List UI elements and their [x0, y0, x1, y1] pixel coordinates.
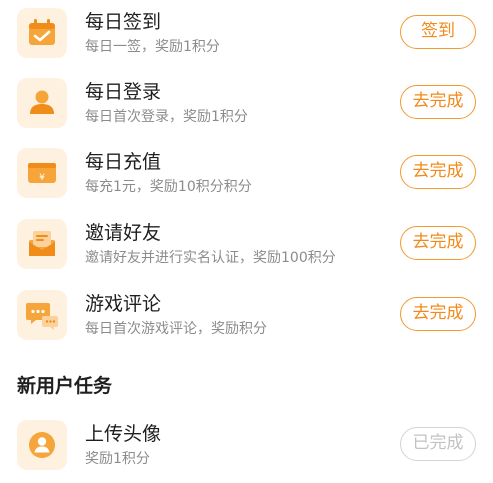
- completed-button: 已完成: [400, 427, 476, 461]
- svg-text:¥: ¥: [39, 173, 45, 183]
- task-row-game-review: 游戏评论 每日首次游戏评论，奖励积分 去完成: [0, 282, 493, 353]
- task-description: 邀请好友并进行实名认证，奖励100积分: [85, 250, 336, 266]
- go-complete-button[interactable]: 去完成: [400, 85, 476, 119]
- checkin-button[interactable]: 签到: [400, 15, 476, 49]
- task-row-daily-recharge: ¥ 每日充值 每充1元，奖励10积分积分 去完成: [0, 140, 493, 211]
- task-title: 游戏评论: [85, 293, 162, 315]
- task-title: 邀请好友: [85, 222, 162, 244]
- task-description: 每日首次游戏评论，奖励积分: [85, 321, 267, 337]
- go-complete-button[interactable]: 去完成: [400, 155, 476, 189]
- avatar-upload-icon: [17, 420, 67, 470]
- task-description: 每日一签，奖励1积分: [85, 39, 220, 55]
- calendar-check-icon: [17, 8, 67, 58]
- new-user-section-title: 新用户任务: [17, 375, 113, 397]
- go-complete-button[interactable]: 去完成: [400, 297, 476, 331]
- task-description: 每日首次登录，奖励1积分: [85, 109, 248, 125]
- task-row-daily-checkin: 每日签到 每日一签，奖励1积分 签到: [0, 0, 493, 71]
- wallet-recharge-icon: ¥: [17, 148, 67, 198]
- task-row-invite-friends: 邀请好友 邀请好友并进行实名认证，奖励100积分 去完成: [0, 211, 493, 282]
- comment-bubbles-icon: [17, 290, 67, 340]
- task-title: 每日登录: [85, 81, 162, 103]
- task-row-upload-avatar: 上传头像 奖励1积分 已完成: [0, 412, 493, 483]
- task-description: 每充1元，奖励10积分积分: [85, 179, 252, 195]
- task-title: 上传头像: [85, 423, 162, 445]
- task-description: 奖励1积分: [85, 451, 150, 467]
- task-title: 每日签到: [85, 11, 162, 33]
- user-icon: [17, 78, 67, 128]
- task-title: 每日充值: [85, 151, 162, 173]
- invite-envelope-icon: [17, 219, 67, 269]
- task-row-daily-login: 每日登录 每日首次登录，奖励1积分 去完成: [0, 70, 493, 141]
- go-complete-button[interactable]: 去完成: [400, 226, 476, 260]
